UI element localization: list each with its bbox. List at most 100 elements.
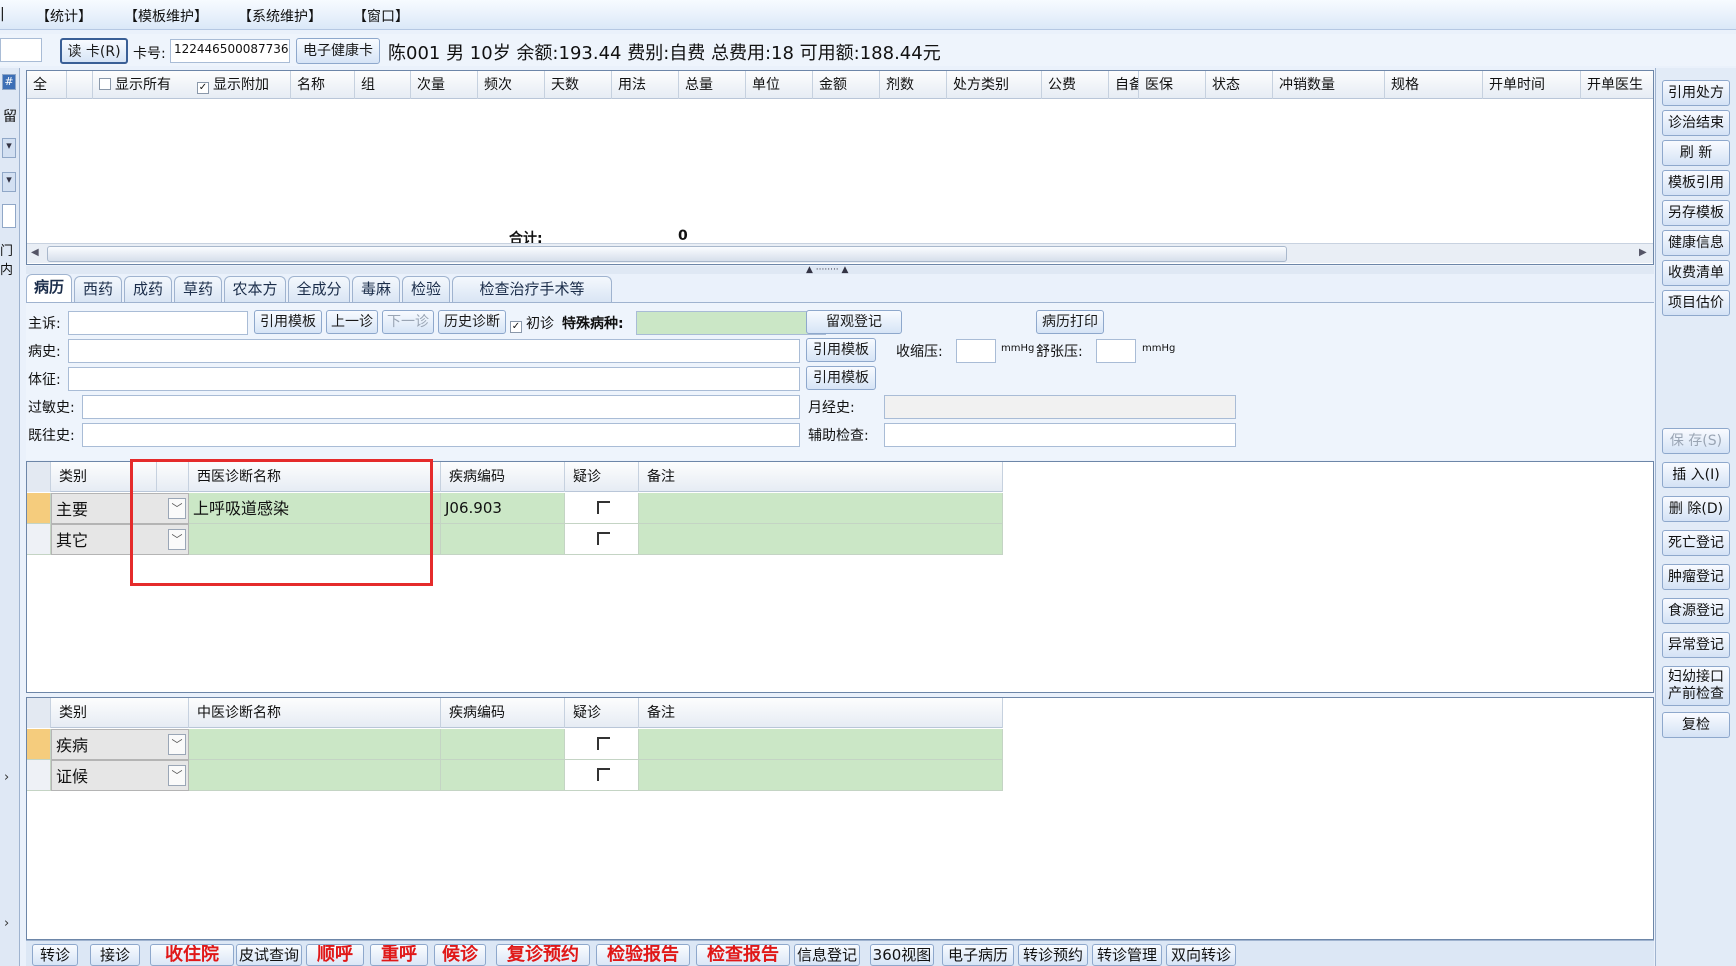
row-indicator[interactable] — [27, 760, 51, 791]
disease-code-cell[interactable] — [441, 524, 565, 555]
left-small-input[interactable] — [2, 204, 16, 228]
next-visit-button[interactable]: 下一诊 — [382, 310, 434, 334]
col-all[interactable]: 全 — [27, 71, 67, 99]
death-register-button[interactable]: 死亡登记 — [1662, 530, 1730, 556]
insert-button[interactable]: 插 入(I) — [1662, 462, 1730, 488]
history-diagnosis-button[interactable]: 历史诊断 — [438, 310, 506, 334]
remark-cell[interactable] — [639, 493, 1003, 524]
chevron-down-icon[interactable]: ﹀ — [168, 734, 186, 755]
tumor-register-button[interactable]: 肿瘤登记 — [1662, 564, 1730, 590]
splitter-handle[interactable]: ▲ ········ ▲ — [26, 265, 1654, 275]
admit-button[interactable]: 收住院 — [150, 944, 234, 966]
checkbox-icon[interactable] — [597, 532, 610, 545]
disease-code-cell[interactable] — [441, 729, 565, 760]
remark-cell[interactable] — [639, 760, 1003, 791]
row-indicator[interactable] — [27, 729, 51, 760]
info-register-button[interactable]: 信息登记 — [794, 944, 860, 966]
waiting-button[interactable]: 候诊 — [434, 944, 486, 966]
chevron-right-icon[interactable]: › — [4, 770, 9, 785]
menu-stats[interactable]: 【统计】 — [36, 6, 92, 26]
cite-template-button-2[interactable]: 引用模板 — [806, 338, 876, 362]
fee-list-button[interactable]: 收费清单 — [1662, 260, 1730, 286]
sbp-input[interactable] — [956, 339, 996, 363]
emr-button[interactable]: 电子病历 — [942, 944, 1014, 966]
menu-template[interactable]: 【模板维护】 — [124, 6, 208, 26]
category-dropdown[interactable]: 证候 ﹀ — [51, 760, 189, 791]
checkbox-icon[interactable]: ✓ — [510, 321, 522, 333]
scroll-right-icon[interactable]: ▶ — [1639, 247, 1647, 258]
health-info-button[interactable]: 健康信息 — [1662, 230, 1730, 256]
tab-record[interactable]: 病历 — [26, 274, 72, 302]
corner-cell[interactable] — [27, 462, 51, 492]
dbp-input[interactable] — [1096, 339, 1136, 363]
checkbox-icon[interactable] — [99, 78, 111, 90]
diagnosis-name-cell[interactable] — [189, 729, 441, 760]
checkbox-icon[interactable]: ✓ — [197, 82, 209, 94]
refresh-button[interactable]: 刷 新 — [1662, 140, 1730, 166]
call-next-button[interactable]: 顺呼 — [306, 944, 364, 966]
menu-window[interactable]: 【窗口】 — [353, 6, 409, 26]
menu-system[interactable]: 【系统维护】 — [238, 6, 322, 26]
row-indicator[interactable] — [27, 524, 51, 555]
recall-button[interactable]: 重呼 — [370, 944, 428, 966]
save-template-as-button[interactable]: 另存模板 — [1662, 200, 1730, 226]
observation-register-button[interactable]: 留观登记 — [806, 310, 902, 334]
left-input[interactable] — [0, 38, 42, 62]
tab-nongben[interactable]: 农本方 — [224, 276, 286, 302]
horizontal-scrollbar[interactable]: ◀ ▶ — [27, 243, 1653, 263]
chevron-down-icon[interactable]: ﹀ — [168, 765, 186, 786]
category-dropdown[interactable]: 疾病 ﹀ — [51, 729, 189, 760]
cite-template-button-3[interactable]: 引用模板 — [806, 366, 876, 390]
exam-input[interactable] — [68, 367, 800, 391]
suspected-checkbox[interactable] — [565, 729, 639, 760]
suspected-checkbox[interactable] — [565, 524, 639, 555]
tab-exam-treatment[interactable]: 检查治疗手术等 — [452, 276, 612, 302]
checkbox-icon[interactable] — [597, 501, 610, 514]
aux-exam-input[interactable] — [884, 423, 1236, 447]
card-number-field[interactable]: 122446500087736 — [170, 39, 290, 63]
suspected-checkbox[interactable] — [565, 760, 639, 791]
special-disease-input[interactable] — [636, 311, 826, 335]
receive-button[interactable]: 接诊 — [90, 944, 140, 966]
tab-herbal[interactable]: 草药 — [174, 276, 222, 302]
tab-full-ingredient[interactable]: 全成分 — [288, 276, 350, 302]
suspected-checkbox[interactable] — [565, 493, 639, 524]
chevron-down-icon[interactable]: ▾ — [2, 138, 16, 158]
tab-narcotic[interactable]: 毒麻 — [352, 276, 400, 302]
menstrual-input[interactable] — [884, 395, 1236, 419]
template-cite-button[interactable]: 模板引用 — [1662, 170, 1730, 196]
tab-patent-medicine[interactable]: 成药 — [124, 276, 172, 302]
scroll-left-icon[interactable]: ◀ — [31, 247, 39, 258]
lab-report-button[interactable]: 检验报告 — [596, 944, 690, 966]
foodborne-register-button[interactable]: 食源登记 — [1662, 598, 1730, 624]
skin-test-query-button[interactable]: 皮试查询 — [236, 944, 302, 966]
record-print-button[interactable]: 病历打印 — [1036, 310, 1104, 334]
transfer-button[interactable]: 转诊 — [32, 944, 78, 966]
first-visit-checkbox[interactable]: ✓ 初诊 — [510, 313, 554, 333]
abnormal-register-button[interactable]: 异常登记 — [1662, 632, 1730, 658]
end-treatment-button[interactable]: 诊治结束 — [1662, 110, 1730, 136]
prev-visit-button[interactable]: 上一诊 — [326, 310, 378, 334]
past-history-input[interactable] — [82, 423, 800, 447]
chief-complaint-input[interactable] — [68, 311, 248, 335]
diagnosis-name-cell[interactable] — [189, 760, 441, 791]
show-extra-checkbox[interactable]: ✓ 显示附加 — [191, 71, 291, 99]
delete-button[interactable]: 删 除(D) — [1662, 496, 1730, 522]
remark-cell[interactable] — [639, 729, 1003, 760]
cite-template-button[interactable]: 引用模板 — [254, 310, 322, 334]
history-input[interactable] — [68, 339, 800, 363]
view-360-button[interactable]: 360视图 — [870, 944, 934, 966]
cite-prescription-button[interactable]: 引用处方 — [1662, 80, 1730, 106]
read-card-button[interactable]: 读 卡(R) — [60, 38, 128, 64]
save-button[interactable]: 保 存(S) — [1662, 428, 1730, 454]
tab-western-medicine[interactable]: 西药 — [74, 276, 122, 302]
two-way-transfer-button[interactable]: 双向转诊 — [1166, 944, 1236, 966]
corner-cell[interactable] — [27, 698, 51, 728]
item-estimate-button[interactable]: 项目估价 — [1662, 290, 1730, 316]
allergy-input[interactable] — [82, 395, 800, 419]
maternal-prenatal-button[interactable]: 妇幼接口 产前检查 — [1662, 666, 1730, 706]
row-indicator[interactable] — [27, 493, 51, 524]
checkbox-icon[interactable] — [597, 768, 610, 781]
scrollbar-thumb[interactable] — [47, 246, 1287, 262]
revisit-booking-button[interactable]: 复诊预约 — [496, 944, 590, 966]
